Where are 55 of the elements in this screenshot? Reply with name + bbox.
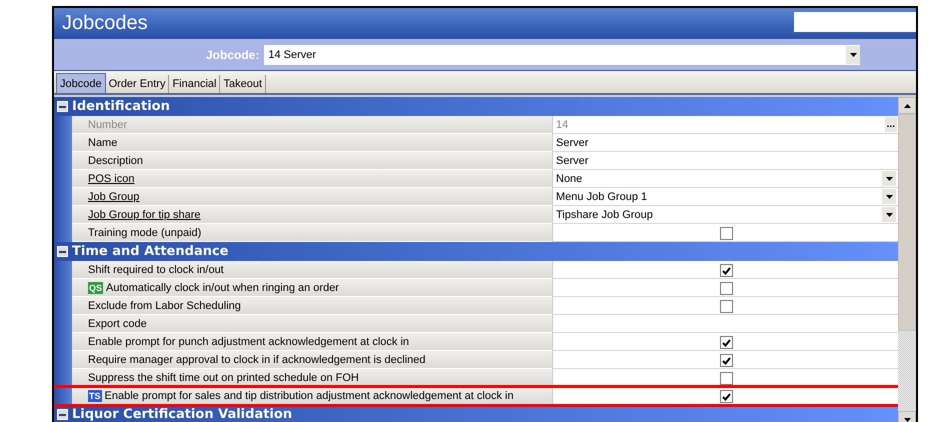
section-header[interactable]: Identification xyxy=(54,97,898,116)
property-label: Export code xyxy=(88,318,147,330)
checkbox[interactable] xyxy=(720,354,733,367)
property-label: Training mode (unpaid) xyxy=(88,226,202,238)
property-label: Exclude from Labor Scheduling xyxy=(88,300,241,312)
badge-icon: QS xyxy=(88,282,104,294)
property-link[interactable]: POS icon xyxy=(88,172,134,184)
row-header xyxy=(54,224,72,242)
checkbox[interactable] xyxy=(720,282,733,295)
value-field[interactable] xyxy=(552,315,898,333)
property-label: Description xyxy=(88,154,144,166)
property-label: Number xyxy=(88,118,128,130)
scroll-up-icon[interactable] xyxy=(904,104,910,108)
value-dropdown[interactable]: None xyxy=(552,170,898,188)
tab[interactable]: Jobcode xyxy=(56,73,106,93)
checkbox[interactable] xyxy=(720,300,733,313)
collapse-icon[interactable] xyxy=(57,101,68,112)
collapse-icon[interactable] xyxy=(57,409,68,420)
property-label: Name xyxy=(88,136,118,148)
jobcode-dropdown[interactable]: 14 Server xyxy=(264,44,860,64)
checkbox[interactable] xyxy=(720,372,733,385)
checkbox[interactable] xyxy=(720,264,733,277)
property-label: Require manager approval to clock in if acknowledgement is declined xyxy=(88,354,426,366)
property-label: Enable prompt for sales and tip distribution adjustment acknowledgement at clock in xyxy=(104,390,514,402)
property-link[interactable]: Job Group for tip share xyxy=(88,208,201,220)
checkbox[interactable] xyxy=(720,336,733,349)
window-title: Jobcodes xyxy=(61,12,148,34)
checkbox[interactable] xyxy=(720,390,733,403)
jobcode-label: Jobcode: xyxy=(206,48,260,62)
row-header xyxy=(54,261,72,279)
scroll-thumb[interactable] xyxy=(898,114,916,331)
tab[interactable]: Financial xyxy=(169,75,220,93)
property-label: Suppress the shift time out on printed schedule on FOH xyxy=(88,372,359,384)
checkbox[interactable] xyxy=(720,227,733,240)
section-header[interactable]: Time and Attendance xyxy=(54,242,898,261)
dropdown-arrow-icon xyxy=(886,194,892,198)
property-label: Automatically clock in/out when ringing an order xyxy=(106,282,339,294)
dropdown-arrow-icon xyxy=(886,212,892,216)
scroll-down-icon[interactable] xyxy=(904,418,910,422)
dropdown-arrow-icon xyxy=(886,176,892,180)
value-dropdown[interactable]: Tipshare Job Group xyxy=(552,206,898,224)
property-label: Shift required to clock in/out xyxy=(88,264,224,276)
dropdown-arrow-icon xyxy=(850,52,857,56)
value-field[interactable]: Server xyxy=(552,152,898,170)
property-label: Enable prompt for punch adjustment acknowledgement at clock in xyxy=(88,336,410,348)
scrollbar[interactable] xyxy=(898,97,916,422)
property-link[interactable]: Job Group xyxy=(88,190,140,202)
tab[interactable]: Takeout xyxy=(220,75,266,93)
value-dropdown[interactable]: Menu Job Group 1 xyxy=(552,188,898,206)
row-header xyxy=(54,116,72,134)
badge-icon: TS xyxy=(88,390,102,402)
title-field[interactable] xyxy=(794,12,916,32)
value-field[interactable]: Server xyxy=(552,134,898,152)
tab[interactable]: Order Entry xyxy=(106,75,170,93)
collapse-icon[interactable] xyxy=(57,246,68,257)
